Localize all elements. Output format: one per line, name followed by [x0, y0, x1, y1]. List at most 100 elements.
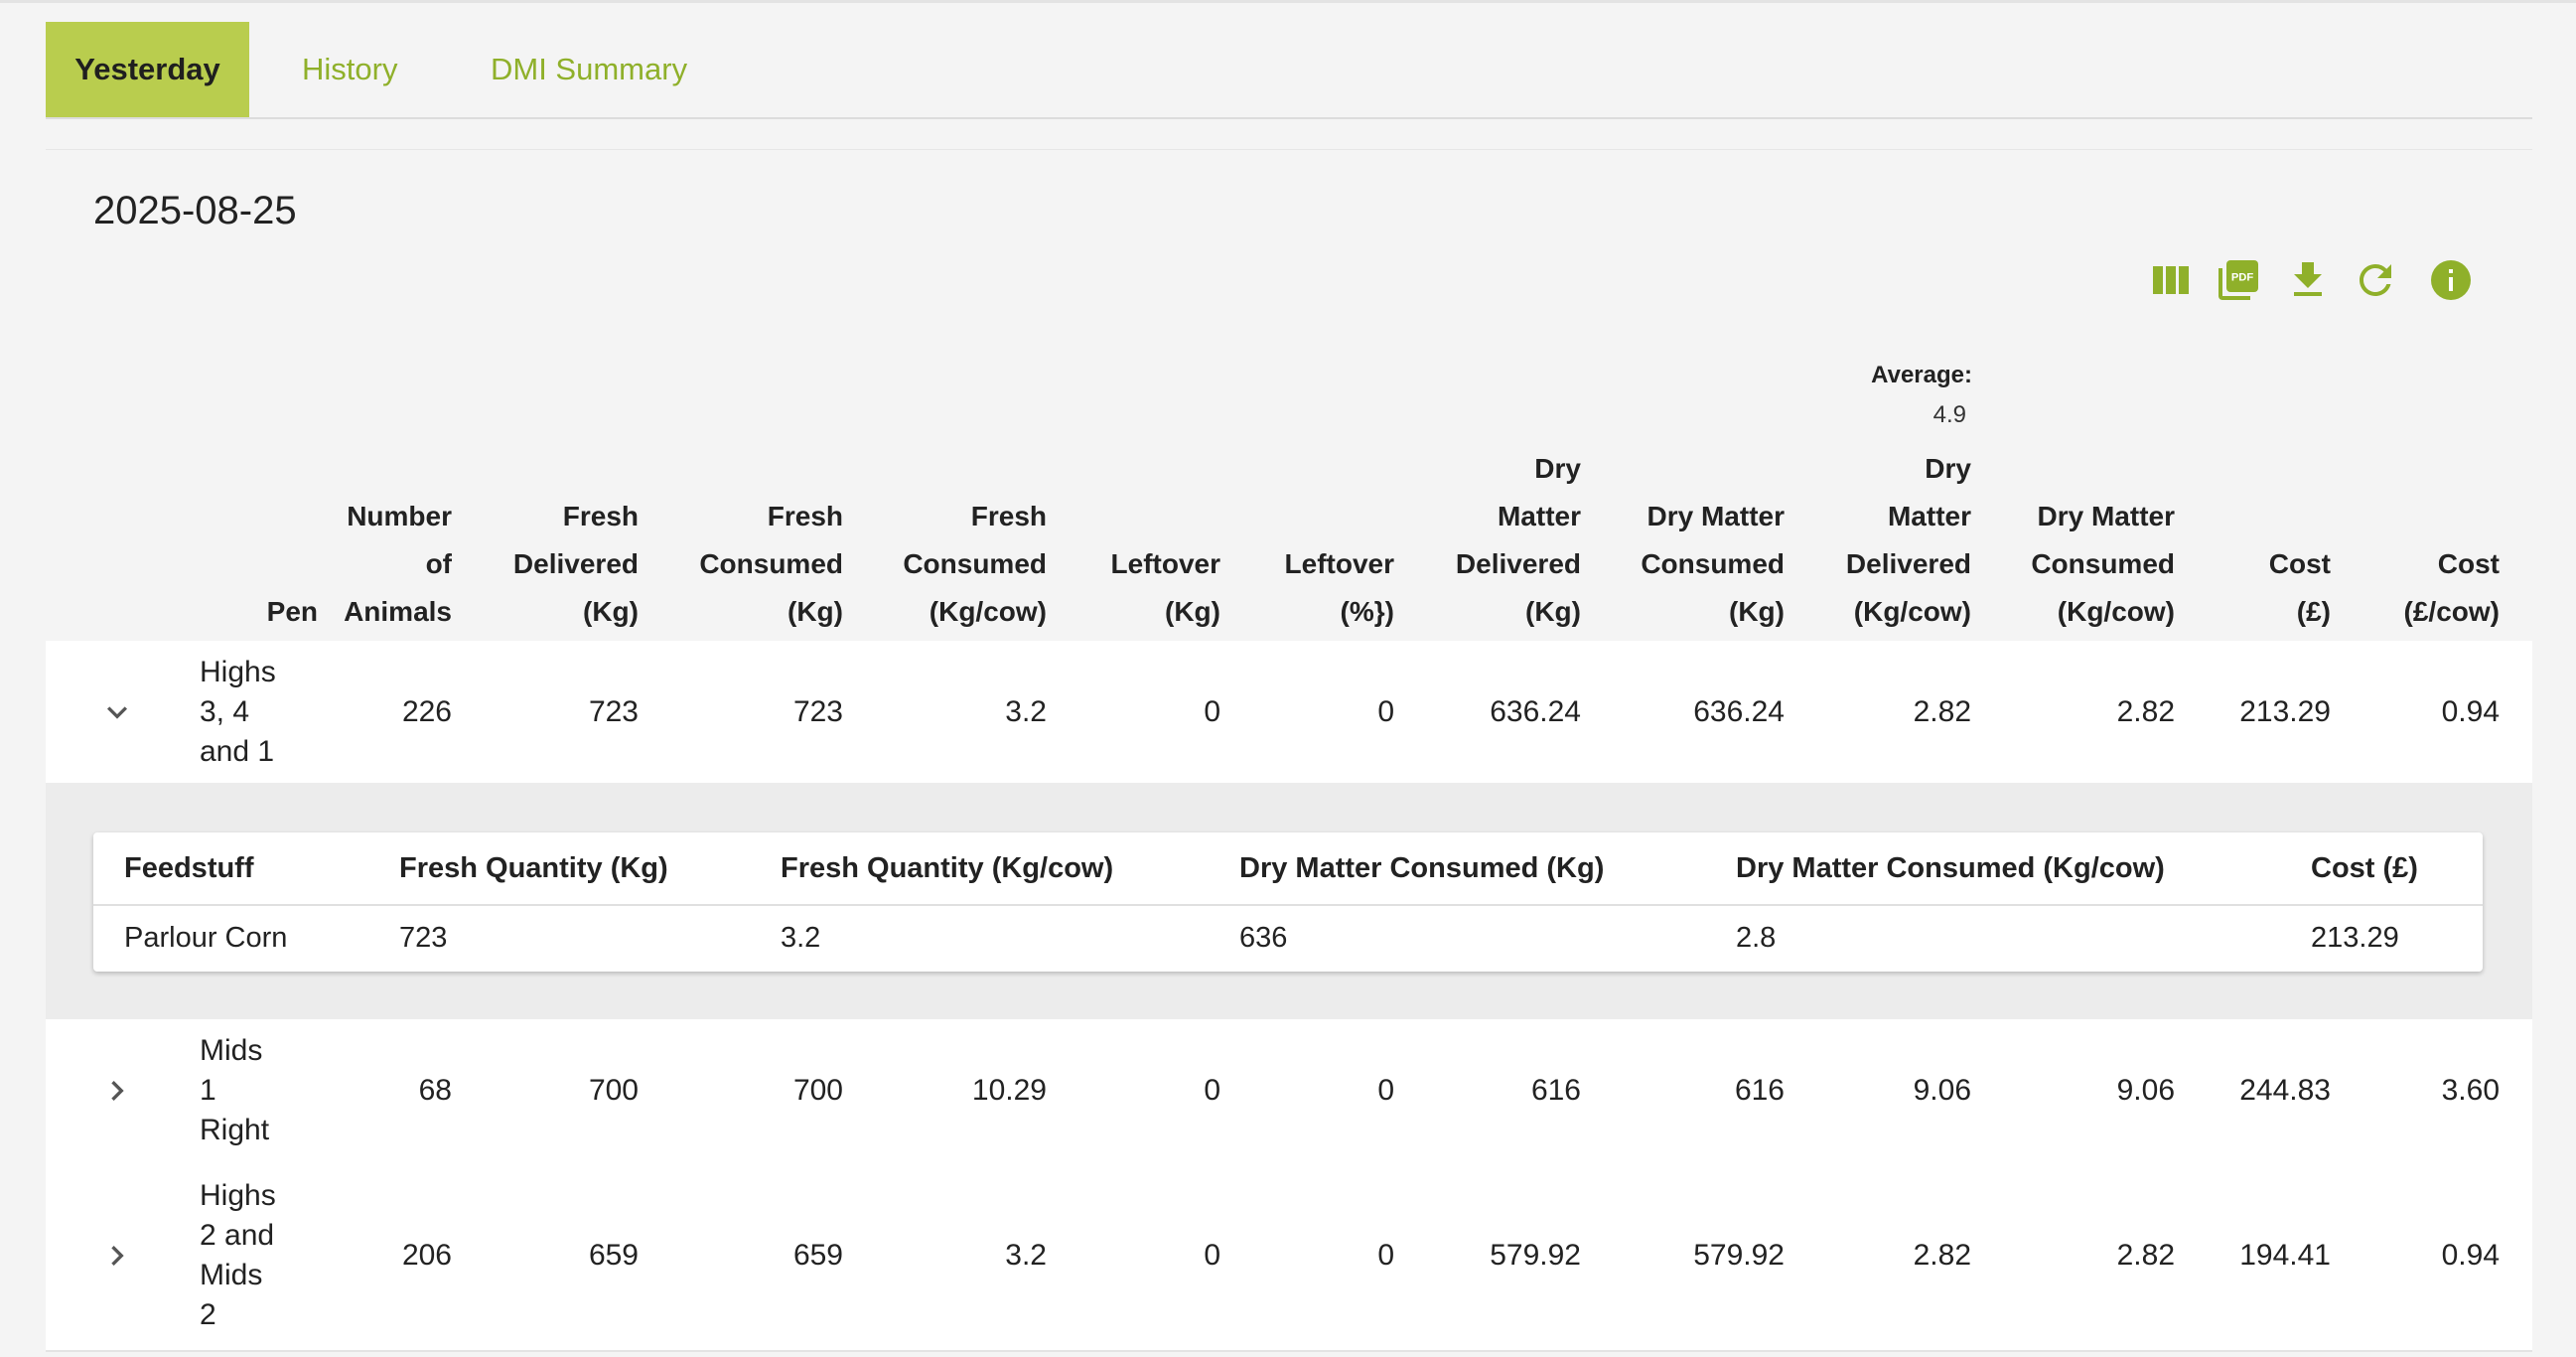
header-dm-consumed: Dry Matter	[1646, 501, 1785, 531]
cell-dm-delivered: 636.24	[1490, 694, 1581, 728]
table-row[interactable]: Mids 1 Right 68 700 700 10.29 0 0 616 616 9.06 9.06 2…	[46, 1019, 2532, 1163]
header-dm-consumed-cow: (Kg/cow)	[2057, 596, 2175, 627]
col-fresh-quantity: Fresh Quantity (Kg)	[399, 852, 668, 884]
fresh-quantity: 723	[399, 922, 448, 954]
header-fresh-delivered: (Kg)	[583, 596, 639, 627]
pen-name-line: Mids	[200, 1259, 263, 1291]
header-dm-delivered: Delivered	[1455, 548, 1581, 579]
feedstuff-name: Parlour Corn	[124, 922, 288, 954]
tab-yesterday[interactable]: Yesterday	[46, 22, 249, 117]
header-fresh-consumed: Consumed	[699, 548, 843, 579]
divider	[93, 904, 2483, 906]
report-date: 2025-08-25	[93, 189, 297, 232]
average-label: Average:	[1871, 362, 1972, 388]
cell-dm-consumed-cow: 9.06	[2116, 1073, 2175, 1107]
pen-name-line: 2 and	[200, 1219, 275, 1252]
cell-leftover-pct: 0	[1377, 694, 1394, 728]
header-dm-delivered-cow: Matter	[1887, 501, 1971, 531]
cell-cost: 194.41	[2239, 1239, 2331, 1272]
cell-animals: 68	[418, 1073, 452, 1107]
cell-animals: 226	[401, 694, 452, 728]
header-cost-cow: (£/cow)	[2403, 596, 2500, 627]
download-icon[interactable]	[2284, 256, 2332, 304]
chevron-down-icon[interactable]	[97, 692, 137, 732]
cell-dm-delivered: 616	[1530, 1073, 1581, 1107]
cell-dm-consumed: 579.92	[1693, 1239, 1785, 1272]
average-value: 4.9	[1932, 401, 1966, 428]
cell-cost-cow: 0.94	[2441, 694, 2500, 728]
fresh-quantity-cow: 3.2	[781, 922, 821, 954]
tab-bar: Yesterday History DMI Summary	[46, 22, 2532, 119]
cell-cost: 213.29	[2239, 694, 2331, 728]
header-fresh-consumed: Fresh	[767, 501, 843, 531]
refresh-icon[interactable]	[2352, 256, 2399, 304]
col-fresh-quantity-cow: Fresh Quantity (Kg/cow)	[781, 852, 1114, 884]
cell-dm-delivered-cow: 2.82	[1913, 1239, 1971, 1272]
cell-leftover-pct: 0	[1377, 1239, 1394, 1272]
cell-leftover-kg: 0	[1204, 1073, 1220, 1107]
pen-name-line: 1	[200, 1073, 216, 1107]
cell-fresh-delivered: 700	[588, 1073, 639, 1107]
cell-dm-consumed: 636.24	[1693, 694, 1785, 728]
cell-fresh-consumed: 659	[792, 1239, 843, 1272]
divider	[46, 149, 2532, 150]
header-leftover-kg: (Kg)	[1165, 596, 1220, 627]
header-dm-delivered: (Kg)	[1525, 596, 1581, 627]
col-dm-consumed: Dry Matter Consumed (Kg)	[1239, 852, 1605, 884]
cell-fresh-delivered: 723	[588, 694, 639, 728]
header-dm-delivered: Matter	[1497, 501, 1581, 531]
header-dm-delivered-cow: (Kg/cow)	[1853, 596, 1971, 627]
chevron-right-icon[interactable]	[97, 1236, 137, 1276]
pdf-icon[interactable]: PDF	[2215, 256, 2262, 304]
header-fresh-consumed-cow: (Kg/cow)	[929, 596, 1047, 627]
header-dm-consumed: (Kg)	[1729, 596, 1785, 627]
cell-leftover-pct: 0	[1377, 1073, 1394, 1107]
tab-dmi-summary[interactable]: DMI Summary	[491, 22, 687, 117]
header-cost: (£)	[2296, 596, 2331, 627]
header-dm-delivered-cow: Dry	[1925, 453, 1971, 484]
info-icon[interactable]	[2427, 256, 2475, 304]
cell-dm-delivered-cow: 2.82	[1913, 694, 1971, 728]
columns-icon[interactable]	[2147, 256, 2195, 304]
dm-consumed: 636	[1239, 922, 1288, 954]
header-leftover-kg: Leftover	[1110, 548, 1220, 579]
header-fresh-consumed: (Kg)	[787, 596, 843, 627]
feedstuff-table: Feedstuff Fresh Quantity (Kg) Fresh Quan…	[93, 832, 2483, 972]
cell-leftover-kg: 0	[1204, 694, 1220, 728]
tab-history[interactable]: History	[302, 22, 397, 117]
table-row[interactable]: Highs 3, 4 and 1 226 723 723 3.2 0 0 636.24 636.24…	[46, 641, 2532, 783]
cell-fresh-delivered: 659	[588, 1239, 639, 1272]
pen-name-line: Highs	[200, 1179, 276, 1212]
header-dm-delivered-cow: Delivered	[1845, 548, 1971, 579]
header-fresh-delivered: Fresh	[562, 501, 639, 531]
header-animals: Animals	[344, 596, 452, 627]
header-dm-consumed-cow: Consumed	[2031, 548, 2175, 579]
col-feedstuff: Feedstuff	[124, 852, 254, 884]
header-fresh-consumed-cow: Consumed	[903, 548, 1047, 579]
cell-fresh-consumed-cow: 3.2	[1005, 1239, 1047, 1272]
chevron-right-icon[interactable]	[97, 1071, 137, 1111]
cell-fresh-consumed-cow: 3.2	[1005, 694, 1047, 728]
cell-dm-consumed-cow: 2.82	[2116, 694, 2175, 728]
header-fresh-consumed-cow: Fresh	[970, 501, 1047, 531]
pen-name: Highs 3, 4 and 1	[200, 653, 276, 772]
col-cost: Cost (£)	[2311, 852, 2418, 884]
header-cost-cow: Cost	[2437, 548, 2500, 579]
cell-animals: 206	[401, 1239, 452, 1272]
table-row[interactable]: Highs 2 and Mids 2 206 659 659 3.2 0 0 579.92 579.9…	[46, 1161, 2532, 1352]
cell-dm-consumed: 616	[1734, 1073, 1785, 1107]
header-dm-delivered: Dry	[1534, 453, 1581, 484]
cost: 213.29	[2311, 922, 2399, 954]
cell-fresh-consumed: 700	[792, 1073, 843, 1107]
cell-cost: 244.83	[2239, 1073, 2331, 1107]
cell-fresh-consumed: 723	[792, 694, 843, 728]
pen-name-line: Highs	[200, 655, 276, 688]
pen-name: Highs 2 and Mids 2	[200, 1176, 276, 1335]
svg-text:PDF: PDF	[2231, 272, 2254, 284]
pen-name-line: 3, 4	[200, 694, 250, 728]
pen-name-line: Right	[200, 1113, 270, 1146]
cell-leftover-kg: 0	[1204, 1239, 1220, 1272]
row-detail-panel: Feedstuff Fresh Quantity (Kg) Fresh Quan…	[46, 783, 2532, 1019]
cell-dm-delivered: 579.92	[1490, 1239, 1581, 1272]
cell-cost-cow: 3.60	[2441, 1073, 2500, 1107]
